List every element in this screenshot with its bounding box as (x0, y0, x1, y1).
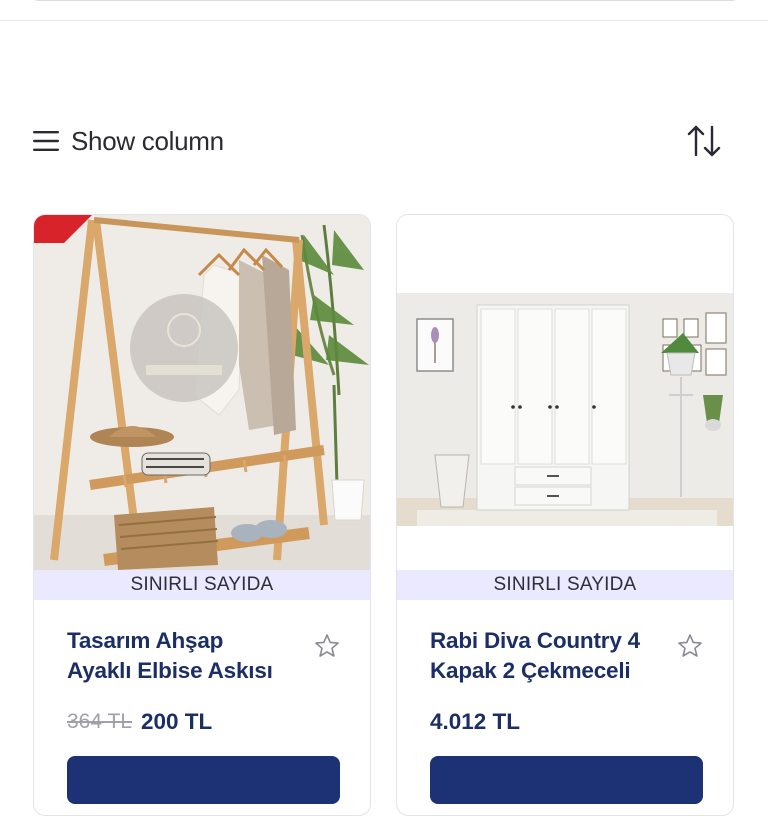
listing-toolbar: Show column (32, 118, 736, 164)
current-price: 4.012 TL (430, 709, 521, 734)
product-title[interactable]: Rabi Diva Country 4 Kapak 2 Çekmeceli (430, 626, 655, 686)
add-to-cart-button[interactable] (430, 756, 703, 804)
star-outline-icon[interactable] (677, 633, 703, 659)
sort-arrows-icon[interactable] (686, 122, 722, 160)
product-image[interactable] (34, 215, 370, 570)
price-row: 4.012 TL (430, 707, 520, 737)
search-field-edge[interactable] (32, 0, 738, 1)
top-bar (0, 0, 768, 21)
star-outline-icon[interactable] (314, 633, 340, 659)
show-column-button[interactable]: Show column (32, 118, 224, 164)
price-row: 364 TL 200 TL (67, 707, 212, 737)
product-card[interactable]: SINIRLI SAYIDA Rabi Diva Country 4 Kapak… (396, 214, 734, 816)
product-title[interactable]: Tasarım Ahşap Ayaklı Elbise Askısı (67, 626, 292, 686)
limited-stock-badge: SINIRLI SAYIDA (34, 570, 370, 600)
current-price: 200 TL (141, 709, 213, 734)
wooden-clothes-rack-photo (34, 215, 370, 570)
new-ribbon (34, 215, 92, 243)
product-card[interactable]: SINIRLI SAYIDA Tasarım Ahşap Ayaklı Elbi… (33, 214, 371, 816)
white-wardrobe-photo (397, 215, 733, 570)
limited-stock-badge: SINIRLI SAYIDA (397, 570, 733, 600)
hamburger-icon (33, 131, 59, 151)
old-price: 364 TL (67, 710, 132, 733)
product-image[interactable] (397, 215, 733, 570)
add-to-cart-button[interactable] (67, 756, 340, 804)
show-column-label: Show column (71, 125, 224, 156)
